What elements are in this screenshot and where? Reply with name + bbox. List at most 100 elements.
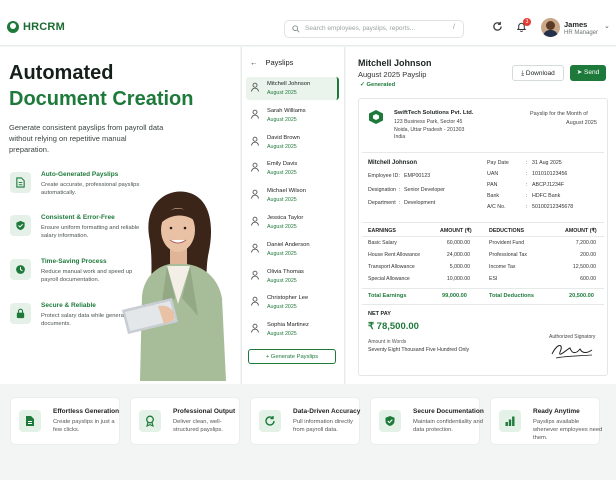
status-text: Generated bbox=[366, 82, 396, 88]
user-icon bbox=[251, 216, 259, 226]
earning-name: House Rent Allowance bbox=[368, 252, 421, 258]
search-shortcut: / bbox=[453, 24, 455, 31]
earnings-amount-header: AMOUNT (₹) bbox=[440, 228, 472, 234]
refresh-icon[interactable] bbox=[492, 21, 503, 32]
info-separator: : bbox=[526, 193, 528, 199]
list-item-name: Daniel Anderson bbox=[267, 241, 310, 248]
payslip-list-item[interactable]: Sophia Martinez August 2025 bbox=[246, 318, 339, 341]
info-separator: : bbox=[399, 186, 401, 193]
payslip-list-item[interactable]: Daniel Anderson August 2025 bbox=[246, 238, 339, 261]
hero-title-line2: Document Creation bbox=[9, 88, 194, 110]
list-item-name: Emily Davis bbox=[267, 161, 298, 168]
info-value: EMP00123 bbox=[404, 173, 431, 179]
earning-name: Transport Allowance bbox=[368, 264, 415, 270]
payslip-list-item[interactable]: Mitchell Johnson August 2025 bbox=[246, 77, 339, 100]
info-key: UAN bbox=[487, 171, 499, 177]
payslip-list-heading: Payslips bbox=[265, 58, 294, 67]
list-item-period: August 2025 bbox=[267, 331, 297, 338]
info-value: Senior Developer bbox=[404, 186, 445, 193]
lock-icon bbox=[16, 308, 25, 319]
search-input[interactable]: Search employees, payslips, reports... / bbox=[284, 20, 464, 38]
list-item-name: David Brown bbox=[267, 134, 300, 141]
payslip-list-item[interactable]: Sarah Williams August 2025 bbox=[246, 104, 339, 127]
benefit-desc: Maintain confidentiality and data protec… bbox=[413, 419, 483, 433]
info-value: 101010123456 bbox=[532, 171, 568, 177]
download-icon: ⤓ bbox=[521, 70, 525, 77]
list-item-period: August 2025 bbox=[267, 224, 297, 230]
deductions-header: DEDUCTIONS bbox=[489, 228, 525, 234]
earning-name: Special Allowance bbox=[368, 276, 410, 282]
list-item-period: August 2025 bbox=[267, 143, 297, 150]
award-icon bbox=[146, 415, 154, 427]
user-role: HR Manager bbox=[564, 30, 599, 36]
info-key: Bank bbox=[487, 193, 500, 199]
info-key: Pay Date bbox=[487, 160, 509, 166]
user-icon bbox=[251, 323, 259, 333]
net-pay-value: ₹ 78,500.00 bbox=[368, 321, 419, 332]
amount-words-value: Seventy Eight Thousand Five Hundred Only bbox=[368, 347, 470, 353]
list-item-name: Olivia Thomas bbox=[267, 268, 304, 275]
payslip-list-item[interactable]: Emily Davis August 2025 bbox=[246, 157, 339, 180]
user-icon bbox=[251, 243, 259, 253]
earnings-header: EARNINGS bbox=[368, 228, 396, 234]
payslip-list-item[interactable]: Olivia Thomas August 2025 bbox=[246, 265, 339, 288]
benefit-title: Data-Driven Accuracy bbox=[293, 408, 361, 415]
benefit-desc: Pull information directly from payroll d… bbox=[293, 419, 353, 433]
download-label: Download bbox=[525, 70, 555, 77]
total-earnings-label: Total Earnings bbox=[368, 293, 407, 299]
search-icon bbox=[292, 25, 300, 33]
user-icon bbox=[251, 163, 259, 172]
generate-payslips-button[interactable]: + Generate Payslips bbox=[248, 349, 336, 364]
earning-amount: 24,000.00 bbox=[446, 252, 470, 258]
user-icon bbox=[251, 109, 259, 119]
benefit-card: Data-Driven Accuracy Pull information dir… bbox=[250, 397, 360, 445]
payslip-list-item[interactable]: Michael Wilson August 2025 bbox=[246, 184, 339, 207]
status-badge: ✓ Generated bbox=[360, 82, 396, 88]
deduction-name: Professional Tax bbox=[489, 252, 527, 258]
info-value: HDFC Bank bbox=[532, 193, 561, 199]
list-item-period: August 2025 bbox=[267, 90, 297, 96]
send-button[interactable]: ➤ Send bbox=[570, 65, 606, 81]
send-icon: ➤ bbox=[576, 69, 583, 76]
earning-name: Basic Salary bbox=[368, 240, 397, 246]
list-item-name: Christopher Lee bbox=[267, 295, 309, 302]
shield-check-icon bbox=[385, 416, 395, 426]
search-placeholder: Search employees, payslips, reports... bbox=[305, 25, 416, 32]
hero-title-line1: Automated bbox=[9, 62, 114, 84]
company-name: SwiftTech Solutions Pvt. Ltd. bbox=[394, 110, 474, 116]
avatar[interactable] bbox=[541, 18, 560, 37]
info-key: Employee ID bbox=[368, 173, 399, 179]
benefit-title: Professional Output bbox=[173, 408, 236, 415]
payslip-list-item[interactable]: David Brown August 2025 bbox=[246, 131, 339, 154]
benefit-desc: Payslips available whenever employees ne… bbox=[533, 419, 603, 441]
list-item-name: Sophia Martinez bbox=[267, 322, 309, 329]
woman-with-tablet-image bbox=[122, 191, 226, 381]
user-name[interactable]: James bbox=[564, 20, 587, 29]
benefit-title: Ready Anytime bbox=[533, 408, 580, 415]
info-key: Designation bbox=[368, 186, 396, 193]
list-item-period: August 2025 bbox=[267, 170, 297, 177]
bar-chart-icon bbox=[505, 416, 515, 426]
deduction-name: ESI bbox=[489, 276, 498, 282]
logo-icon bbox=[7, 21, 19, 33]
list-item-name: Michael Wilson bbox=[267, 188, 306, 195]
deduction-amount: 200.00 bbox=[580, 252, 596, 258]
user-icon bbox=[251, 189, 259, 199]
download-button[interactable]: ⤓ Download bbox=[512, 65, 564, 81]
benefit-card: Professional Output Deliver clean, well-s… bbox=[130, 397, 240, 445]
app-logo[interactable]: HRCRM bbox=[7, 21, 65, 33]
clock-icon bbox=[16, 265, 25, 274]
payslip-list-item[interactable]: Jessica Taylor August 2025 bbox=[246, 211, 339, 234]
net-pay-label: NET PAY bbox=[368, 311, 391, 317]
total-earnings-value: 99,000.00 bbox=[442, 293, 467, 299]
feature-title: Consistent & Error-Free bbox=[41, 214, 115, 221]
payslip-list-item[interactable]: Christopher Lee August 2025 bbox=[246, 291, 339, 314]
user-icon bbox=[251, 82, 259, 92]
info-separator: : bbox=[399, 173, 401, 179]
divider bbox=[362, 304, 604, 305]
feature-title: Secure & Reliable bbox=[41, 302, 96, 309]
arrow-left-icon[interactable]: ← bbox=[250, 58, 258, 67]
chevron-down-icon[interactable]: ⌄ bbox=[604, 22, 610, 30]
list-item-period: August 2025 bbox=[267, 250, 297, 257]
list-item-period: August 2025 bbox=[267, 197, 297, 204]
